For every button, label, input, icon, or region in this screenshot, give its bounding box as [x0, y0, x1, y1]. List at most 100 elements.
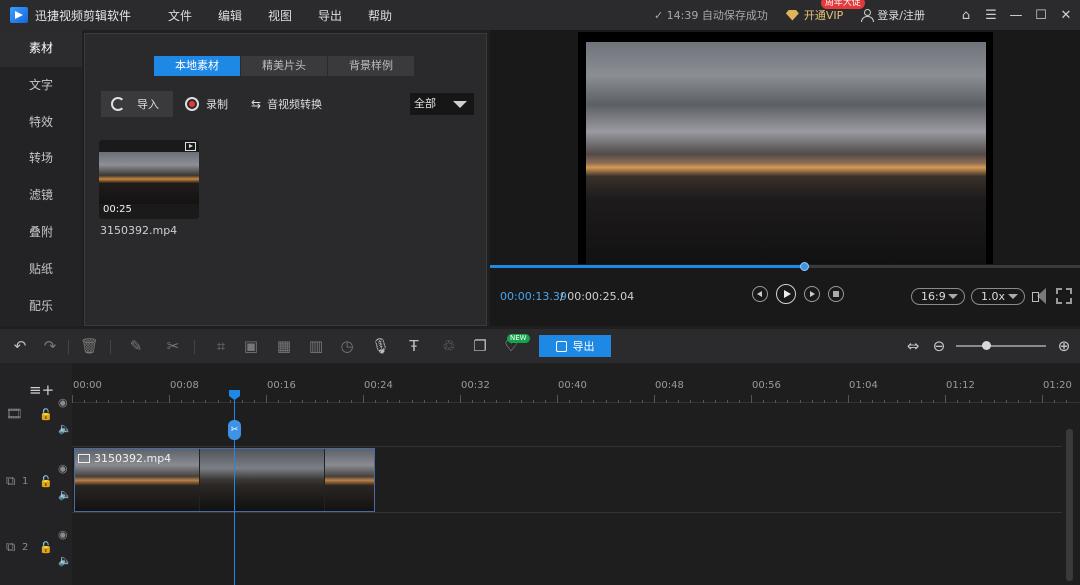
edit-icon[interactable]: ✎ [127, 337, 145, 355]
sidebar-item-transitions[interactable]: 转场 [0, 140, 82, 177]
video-viewport [578, 32, 993, 264]
menu-view[interactable]: 视图 [255, 7, 305, 24]
play-button[interactable] [776, 284, 796, 304]
clip-thumbnail [99, 152, 199, 204]
aspect-ratio-select[interactable]: 16:9 [911, 288, 965, 305]
sidebar-item-music[interactable]: 配乐 [0, 288, 82, 325]
stop-button[interactable] [828, 286, 844, 302]
previous-frame-button[interactable] [752, 286, 768, 302]
minimize-button[interactable]: — [1005, 5, 1027, 25]
text-to-speech-icon[interactable]: Ŧ [405, 337, 423, 355]
volume-icon[interactable] [1031, 287, 1051, 305]
track-row[interactable] [72, 513, 1062, 585]
video-type-icon [78, 454, 90, 463]
lock-icon[interactable]: 🔓 [39, 541, 53, 554]
undo-icon[interactable]: ↶ [11, 337, 29, 355]
zoom-in-icon[interactable]: ⊕ [1055, 337, 1073, 355]
fullscreen-icon[interactable] [1056, 288, 1072, 304]
speed-value: 1.0x [981, 290, 1006, 303]
next-frame-button[interactable] [804, 286, 820, 302]
media-tabs: 本地素材 精美片头 背景样例 [154, 56, 415, 76]
crop-icon[interactable]: ⌗ [212, 337, 230, 355]
transform-icon[interactable]: ▣ [242, 337, 260, 355]
import-button[interactable]: 导入 [101, 91, 173, 117]
film-icon: 🎞 [6, 407, 23, 422]
menu-help[interactable]: 帮助 [355, 7, 405, 24]
export-button[interactable]: 导出 [539, 335, 611, 357]
ruler-tick-label: 00:32 [461, 380, 490, 391]
close-button[interactable]: ✕ [1055, 5, 1077, 25]
mosaic-icon[interactable]: ▦ [275, 337, 293, 355]
lock-icon[interactable]: 🔓 [39, 408, 53, 421]
tab-intros[interactable]: 精美片头 [241, 56, 327, 76]
speed-select[interactable]: 1.0x [971, 288, 1025, 305]
maximize-button[interactable]: ☐ [1030, 5, 1052, 25]
sidebar-item-filters[interactable]: 滤镜 [0, 177, 82, 214]
track-icon: ⧉ [6, 474, 16, 489]
vip-label: 开通VIP [803, 9, 844, 22]
transport-controls [752, 284, 852, 304]
menu-edit[interactable]: 编辑 [205, 7, 255, 24]
sidebar-item-effects[interactable]: 特效 [0, 104, 82, 141]
ruler-tick [266, 395, 267, 403]
menu-bar: 文件 编辑 视图 导出 帮助 [155, 7, 405, 24]
convert-label: 音视频转换 [267, 98, 323, 111]
tab-local-material[interactable]: 本地素材 [154, 56, 240, 76]
chart-icon[interactable]: ▥ [307, 337, 325, 355]
delete-icon[interactable]: 🗑 [80, 337, 99, 355]
time-ruler[interactable]: 00:00 00:08 00:16 00:24 00:32 00:40 00:48 00:56… [72, 363, 1080, 403]
sidebar-item-material[interactable]: 素材 [0, 30, 82, 67]
media-clip-card[interactable]: 00:25 [99, 140, 199, 219]
home-icon[interactable]: ⌂ [955, 5, 977, 25]
app-title: 迅捷视频剪辑软件 [35, 8, 132, 23]
speaker-icon[interactable]: 🔈 [58, 554, 72, 567]
login-button[interactable]: 登录/注册 [861, 7, 925, 23]
scissors-icon[interactable]: ✂ [228, 420, 241, 440]
duration-icon[interactable]: ◷ [338, 337, 356, 355]
video-type-icon [185, 142, 196, 151]
clip-label: 3150392.mp4 [78, 452, 171, 465]
zoom-out-icon[interactable]: ⊖ [930, 337, 948, 355]
media-panel: 本地素材 精美片头 背景样例 导入 录制 ⇆ 音视频转换 全部 00:25 31… [84, 33, 487, 326]
ruler-tick [557, 395, 558, 403]
redo-icon[interactable]: ↷ [41, 337, 59, 355]
track-row[interactable] [72, 403, 1062, 447]
sidebar-item-text[interactable]: 文字 [0, 67, 82, 104]
eye-icon[interactable]: ◉ [58, 396, 68, 409]
progress-handle[interactable] [800, 262, 810, 271]
voice-change-icon[interactable]: ♲ [440, 337, 458, 355]
cut-icon[interactable]: ✂ [164, 337, 182, 355]
progress-fill [490, 265, 805, 268]
zoom-handle[interactable] [981, 341, 991, 350]
speaker-icon[interactable]: 🔈 [58, 422, 72, 435]
vip-button[interactable]: 开通VIP 周年大促 [785, 0, 865, 23]
filter-select[interactable]: 全部 [410, 93, 474, 115]
convert-button[interactable]: ⇆ 音视频转换 [251, 96, 322, 112]
current-time: 00:00:13.39 [500, 290, 567, 303]
fit-timeline-icon[interactable]: ⇔ [904, 337, 922, 355]
menu-file[interactable]: 文件 [155, 7, 205, 24]
speaker-icon[interactable]: 🔈 [58, 488, 72, 501]
clip-filename: 3150392.mp4 [100, 224, 178, 237]
lock-icon[interactable]: 🔓 [39, 475, 53, 488]
record-button[interactable]: 录制 [185, 96, 228, 112]
diamond-icon [785, 9, 799, 21]
eye-icon[interactable]: ◉ [58, 528, 68, 541]
eye-icon[interactable]: ◉ [58, 462, 68, 475]
chevron-down-icon [948, 294, 958, 299]
tab-backgrounds[interactable]: 背景样例 [328, 56, 414, 76]
timeline-zoom-slider[interactable] [956, 341, 1046, 350]
microphone-icon[interactable]: 🎙 [371, 337, 390, 355]
vertical-scrollbar[interactable] [1066, 429, 1073, 581]
menu-export[interactable]: 导出 [305, 7, 355, 24]
preview-progress-bar[interactable] [490, 262, 1080, 271]
copy-icon[interactable]: ❐ [471, 337, 489, 355]
clip-label-text: 3150392.mp4 [94, 452, 172, 465]
sidebar-item-stickers[interactable]: 贴纸 [0, 251, 82, 288]
timeline-clip[interactable]: 3150392.mp4 [74, 448, 375, 512]
import-label: 导入 [137, 98, 159, 111]
sidebar-item-overlay[interactable]: 叠附 [0, 214, 82, 251]
ruler-tick [751, 395, 752, 403]
add-track-icon[interactable]: ≡+ [29, 381, 54, 399]
menu-icon[interactable]: ☰ [980, 5, 1002, 25]
